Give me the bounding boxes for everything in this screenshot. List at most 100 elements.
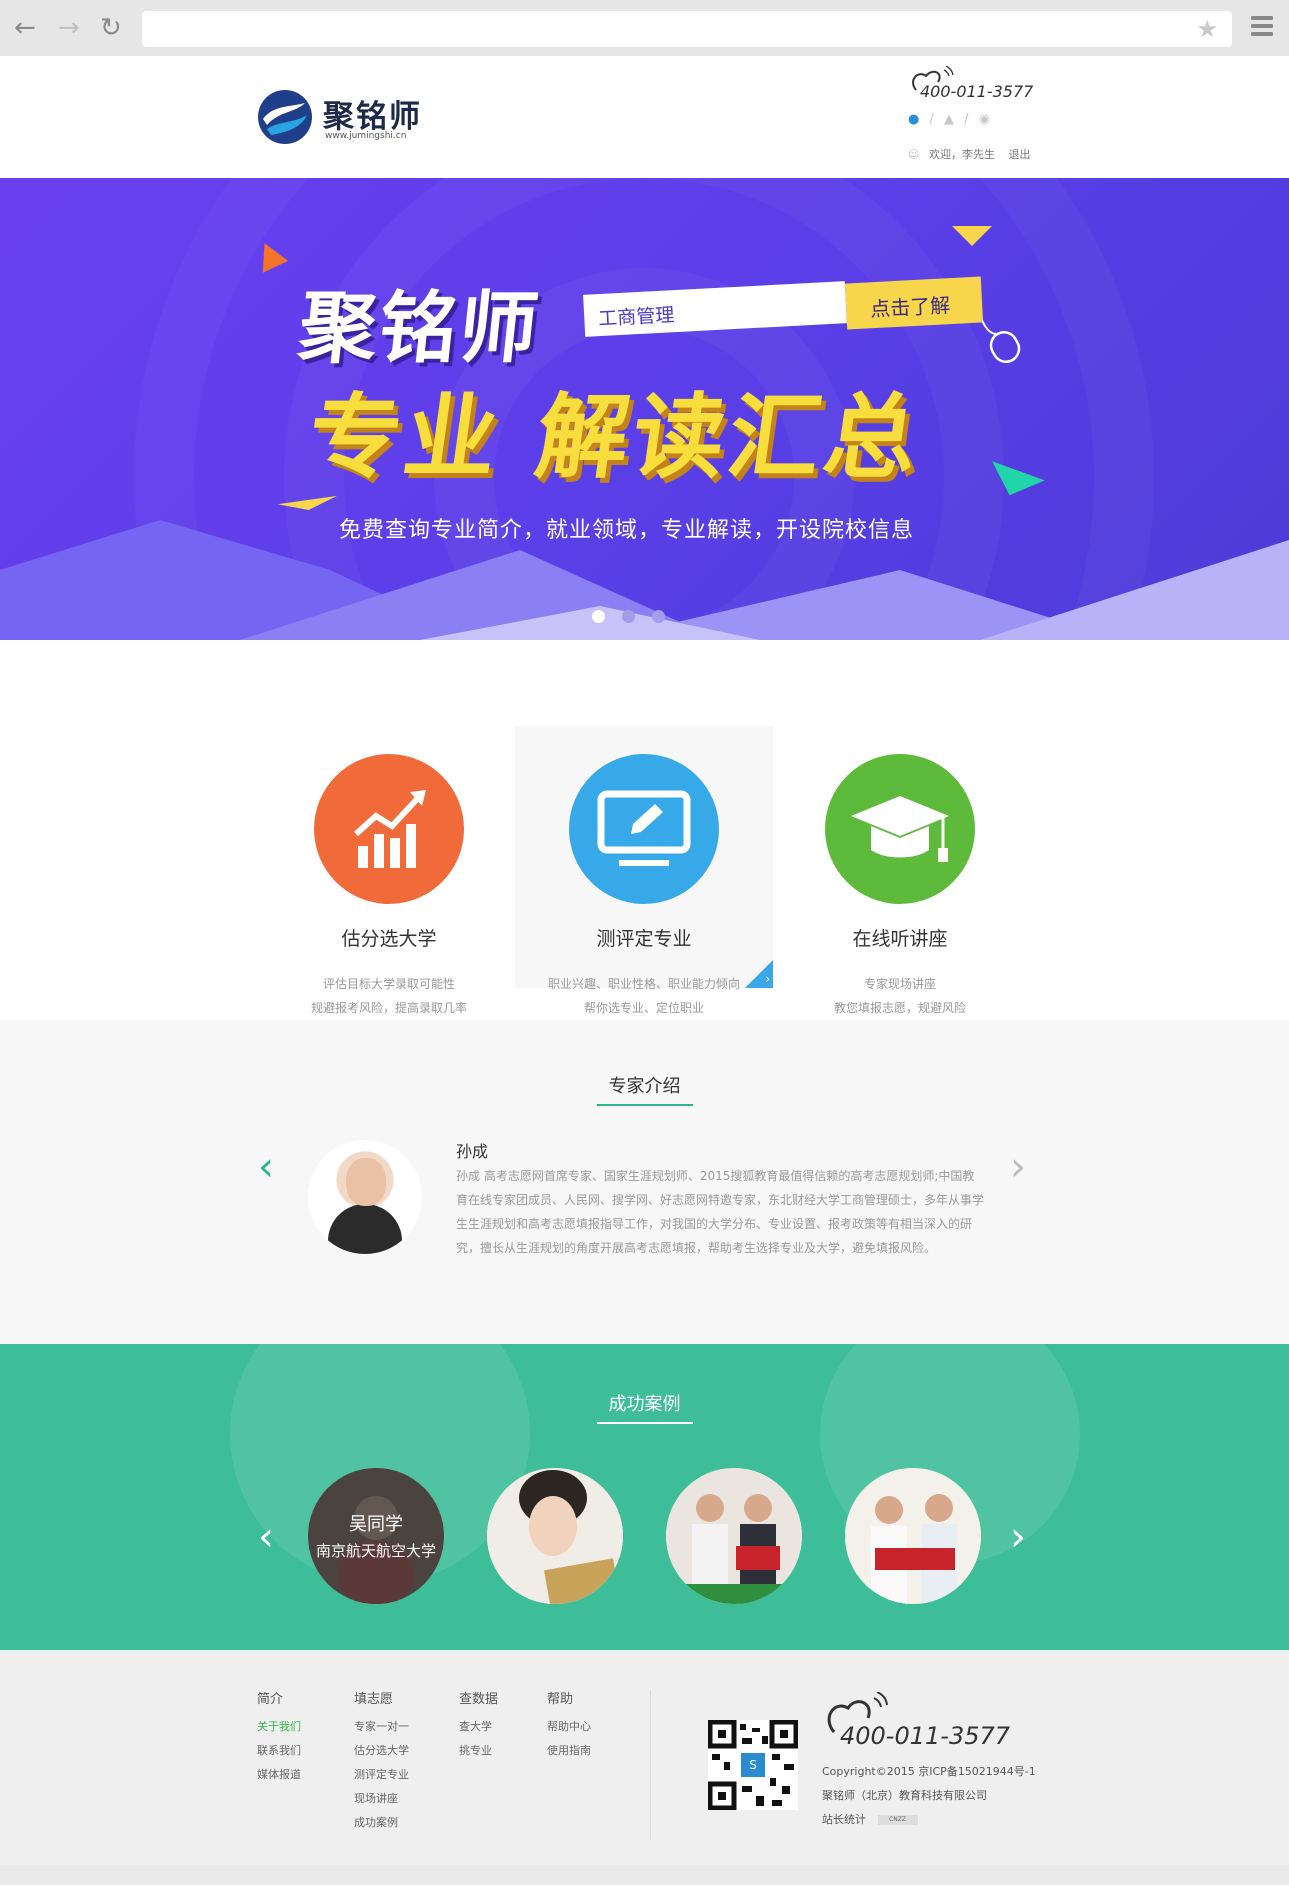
feature-desc: 专家现场讲座 教您填报志愿，规避风险 bbox=[771, 972, 1029, 1020]
footer-link[interactable]: 媒体报道 bbox=[257, 1763, 301, 1787]
case-item[interactable] bbox=[487, 1468, 623, 1604]
footer-link[interactable]: 使用指南 bbox=[547, 1739, 591, 1763]
feature-desc-line: 专家现场讲座 bbox=[863, 977, 936, 991]
cases-title: 成功案例 bbox=[596, 1390, 693, 1424]
star-icon[interactable]: ★ bbox=[1196, 15, 1218, 43]
footer-link[interactable]: 现场讲座 bbox=[354, 1787, 409, 1811]
case-item[interactable] bbox=[845, 1468, 981, 1604]
logout-link[interactable]: 退出 bbox=[1008, 148, 1030, 161]
banner-title-line2: 专业 解读汇总 bbox=[301, 384, 929, 491]
expert-bio: 孙成 高考志愿网首席专家、国家生涯规划师、2015搜狐教育最值得信赖的高考志愿规… bbox=[456, 1169, 985, 1255]
logo[interactable]: 聚铭师 www.jumingshi.cn bbox=[257, 89, 447, 149]
feature-assess-major[interactable]: 测评定专业 职业兴趣、职业性格、职业能力倾向 帮你选专业、定位职业 ☝ › bbox=[515, 726, 773, 1039]
footer-column-help: 帮助 帮助中心 使用指南 bbox=[547, 1688, 591, 1763]
footer-heading: 查数据 bbox=[459, 1692, 499, 1707]
chevron-left-icon[interactable]: ‹ bbox=[258, 1514, 274, 1560]
feature-desc-line: 帮你选专业、定位职业 bbox=[583, 1001, 704, 1015]
chevron-right-icon[interactable]: › bbox=[1010, 1514, 1026, 1560]
footer-divider bbox=[650, 1690, 651, 1840]
case-photo bbox=[845, 1468, 981, 1604]
bottom-strip bbox=[0, 1865, 1289, 1885]
feature-circle bbox=[825, 754, 975, 904]
copyright: Copyright©2015 京ICP备15021944号-1 bbox=[822, 1765, 1036, 1778]
feature-estimate-university[interactable]: 估分选大学 评估目标大学录取可能性 规避报考风险，提高录取几率 bbox=[260, 726, 518, 1015]
welcome-text: 欢迎，李先生 bbox=[928, 148, 995, 161]
avatar-body bbox=[328, 1204, 402, 1254]
carousel-dot[interactable] bbox=[592, 610, 605, 623]
graduation-cap-icon bbox=[851, 796, 949, 862]
case-name: 吴同学 bbox=[349, 1514, 403, 1535]
reload-icon[interactable]: ↻ bbox=[100, 14, 122, 42]
hero-banner[interactable]: 聚铭师 工商管理 点击了解 专业 解读汇总 免费查询专业简介，就业领域，专业解读… bbox=[0, 178, 1289, 640]
site-header: 聚铭师 www.jumingshi.cn 400-011-3577 ● / ▲ … bbox=[0, 56, 1289, 178]
social-links: ● / ▲ / ◉ bbox=[908, 112, 996, 127]
expert-name: 孙成 bbox=[456, 1142, 489, 1161]
cnzz-badge[interactable]: CNZZ bbox=[877, 1815, 918, 1825]
carousel-dot[interactable] bbox=[652, 610, 665, 623]
forward-arrow-icon[interactable]: → bbox=[58, 14, 80, 42]
case-item[interactable]: 吴同学 南京航天航空大学 bbox=[308, 1468, 444, 1604]
success-cases-section: 成功案例 ‹ › 吴同学 南京航天航空大学 bbox=[0, 1344, 1289, 1650]
footer-column-about: 简介 关于我们 联系我们 媒体报道 bbox=[257, 1688, 301, 1787]
case-photo bbox=[487, 1468, 623, 1604]
separator: / bbox=[929, 112, 934, 127]
banner-title-line1: 聚铭师 bbox=[294, 284, 545, 374]
case-school: 南京航天航空大学 bbox=[315, 1542, 436, 1560]
logo-name: 聚铭师 bbox=[323, 99, 422, 135]
hotline: 400-011-3577 bbox=[908, 66, 1038, 106]
address-bar[interactable]: ★ bbox=[142, 11, 1232, 47]
user-icon: ☺ bbox=[908, 148, 920, 161]
browser-toolbar: ← → ↻ ★ bbox=[0, 0, 1289, 56]
chevron-left-icon[interactable]: ‹ bbox=[258, 1144, 274, 1190]
banner-search-button-label: 点击了解 bbox=[869, 293, 951, 322]
feature-title: 估分选大学 bbox=[341, 928, 437, 950]
chevron-right-icon: › bbox=[765, 972, 770, 986]
banner-search-button[interactable]: 点击了解 bbox=[844, 276, 984, 330]
feature-desc-line: 规避报考风险，提高录取几率 bbox=[310, 1001, 467, 1015]
qq-icon[interactable]: ● bbox=[908, 112, 919, 127]
site-stats: 站长统计 CNZZ bbox=[822, 1808, 1036, 1832]
weibo-icon[interactable]: ▲ bbox=[944, 112, 954, 127]
chevron-right-icon[interactable]: › bbox=[1010, 1144, 1026, 1190]
feature-desc-line: 教您填报志愿，规避风险 bbox=[833, 1001, 966, 1015]
feature-desc-line: 评估目标大学录取可能性 bbox=[322, 977, 455, 991]
cnzz-label: CNZZ bbox=[889, 1816, 906, 1823]
hotline-number: 400-011-3577 bbox=[920, 82, 1034, 101]
wechat-icon[interactable]: ◉ bbox=[979, 112, 990, 127]
qr-logo-icon: S bbox=[741, 1753, 765, 1777]
footer-link[interactable]: 专家一对一 bbox=[354, 1715, 409, 1739]
footer-link[interactable]: 测评定专业 bbox=[354, 1763, 409, 1787]
decor-triangle bbox=[952, 226, 992, 246]
footer-link[interactable]: 查大学 bbox=[459, 1715, 498, 1739]
user-welcome: ☺ 欢迎，李先生 退出 bbox=[908, 146, 1030, 162]
feature-desc: 评估目标大学录取可能性 规避报考风险，提高录取几率 bbox=[260, 972, 518, 1020]
experts-title: 专家介绍 bbox=[596, 1072, 693, 1106]
footer-link[interactable]: 挑专业 bbox=[459, 1739, 498, 1763]
mouse-icon bbox=[982, 320, 1021, 363]
feature-online-lecture[interactable]: 在线听讲座 专家现场讲座 教您填报志愿，规避风险 bbox=[771, 726, 1029, 1015]
stats-label[interactable]: 站长统计 bbox=[822, 1813, 866, 1826]
footer-heading: 简介 bbox=[257, 1692, 284, 1707]
footer-column-fill: 填志愿 专家一对一 估分选大学 测评定专业 现场讲座 成功案例 bbox=[354, 1688, 409, 1835]
case-item[interactable] bbox=[666, 1468, 802, 1604]
page: 聚铭师 www.jumingshi.cn 400-011-3577 ● / ▲ … bbox=[0, 56, 1289, 1865]
feature-circle bbox=[569, 754, 719, 904]
footer-link[interactable]: 估分选大学 bbox=[354, 1739, 409, 1763]
footer-hotline: 400-011-3577 bbox=[822, 1692, 1022, 1752]
site-footer: 简介 关于我们 联系我们 媒体报道 填志愿 专家一对一 估分选大学 测评定专业 … bbox=[0, 1650, 1289, 1865]
footer-link[interactable]: 关于我们 bbox=[257, 1715, 301, 1739]
feature-title: 测评定专业 bbox=[596, 928, 692, 950]
expert-avatar bbox=[308, 1140, 422, 1254]
footer-link[interactable]: 成功案例 bbox=[354, 1811, 409, 1835]
logo-url: www.jumingshi.cn bbox=[325, 131, 407, 141]
chart-growth-icon bbox=[353, 790, 426, 868]
back-arrow-icon[interactable]: ← bbox=[14, 14, 36, 42]
footer-link[interactable]: 帮助中心 bbox=[547, 1715, 591, 1739]
carousel-dot[interactable] bbox=[622, 610, 635, 623]
footer-link[interactable]: 联系我们 bbox=[257, 1739, 301, 1763]
footer-hotline-number: 400-011-3577 bbox=[840, 1722, 1011, 1750]
features-section: 估分选大学 评估目标大学录取可能性 规避报考风险，提高录取几率 测评定专业 职业… bbox=[0, 640, 1289, 1039]
feature-desc: 职业兴趣、职业性格、职业能力倾向 帮你选专业、定位职业 bbox=[515, 972, 773, 1020]
case-photo bbox=[666, 1468, 802, 1604]
hamburger-menu-icon[interactable] bbox=[1251, 16, 1273, 40]
